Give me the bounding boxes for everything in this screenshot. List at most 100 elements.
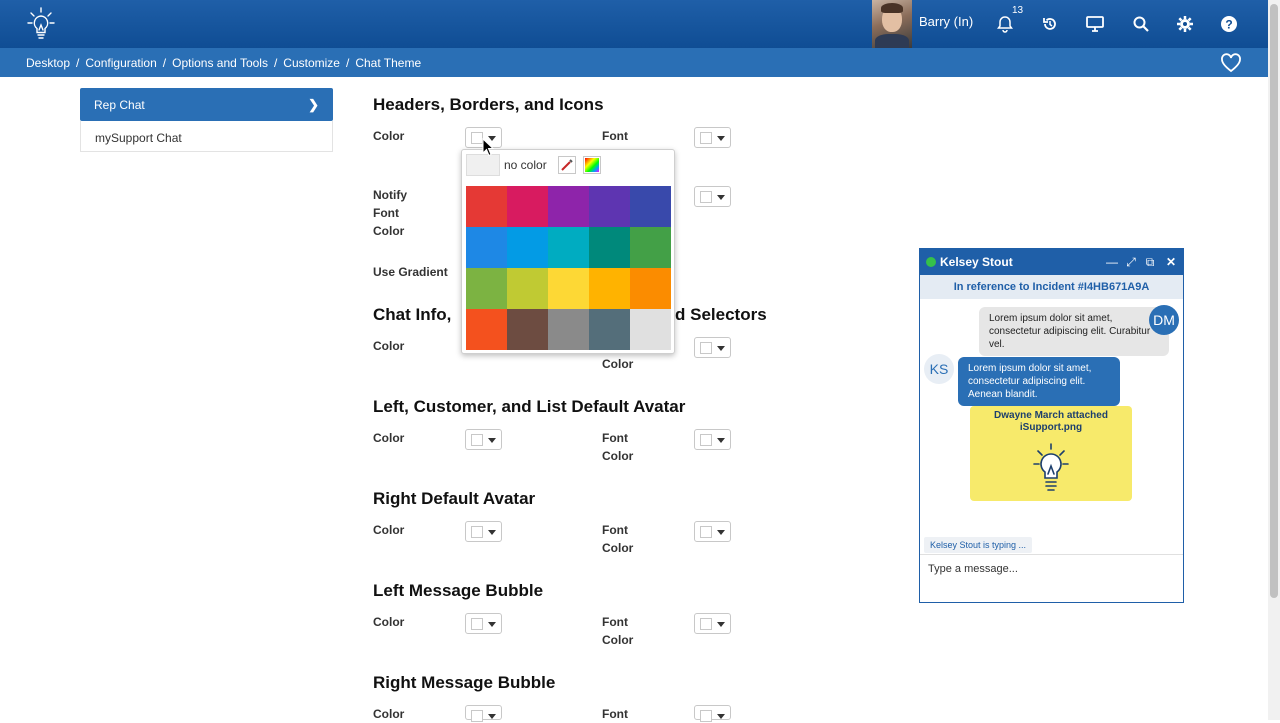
lightbulb-icon bbox=[1032, 442, 1070, 494]
palette-swatch[interactable] bbox=[589, 227, 630, 268]
color-swatch bbox=[700, 526, 712, 538]
color-swatch bbox=[700, 434, 712, 446]
label-color: Color bbox=[373, 431, 405, 445]
incident-reference: In reference to Incident #I4HB671A9A bbox=[920, 275, 1183, 299]
avatar: KS bbox=[924, 354, 954, 384]
sidebar-item-rep-chat[interactable]: Rep Chat ❯ bbox=[80, 88, 333, 121]
left-bubble-color-picker[interactable] bbox=[465, 613, 502, 634]
label-color: Color bbox=[373, 129, 405, 143]
lightbulb-logo-icon[interactable] bbox=[26, 6, 56, 42]
caret-down-icon bbox=[488, 530, 496, 535]
breadcrumb-bar: Desktop / Configuration / Options and To… bbox=[0, 48, 1268, 77]
color-swatch bbox=[700, 191, 712, 203]
section-title-left-avatar: Left, Customer, and List Default Avatar bbox=[373, 397, 686, 416]
palette-swatch[interactable] bbox=[548, 268, 589, 309]
caret-down-icon bbox=[717, 530, 725, 535]
right-bubble-color-picker[interactable] bbox=[465, 705, 502, 722]
palette-swatch[interactable] bbox=[548, 309, 589, 350]
user-avatar[interactable] bbox=[872, 0, 912, 48]
caret-down-icon bbox=[717, 346, 725, 351]
history-icon[interactable] bbox=[1038, 12, 1062, 36]
palette-swatch[interactable] bbox=[507, 186, 548, 227]
palette-swatch[interactable] bbox=[548, 227, 589, 268]
palette-swatch[interactable] bbox=[507, 227, 548, 268]
palette-swatch[interactable] bbox=[548, 186, 589, 227]
mouse-cursor-icon bbox=[482, 137, 496, 158]
attachment-card[interactable]: Dwayne March attached iSupport.png bbox=[970, 406, 1132, 501]
right-avatar-font-color-picker[interactable] bbox=[694, 521, 731, 542]
left-bubble-font-color-picker[interactable] bbox=[694, 613, 731, 634]
label-font: Font bbox=[602, 707, 628, 721]
right-avatar-color-picker[interactable] bbox=[465, 521, 502, 542]
color-spectrum-icon[interactable] bbox=[583, 156, 601, 174]
message-bubble-right: Lorem ipsum dolor sit amet, consectetur … bbox=[979, 307, 1169, 356]
user-name[interactable]: Barry (In) bbox=[919, 14, 973, 29]
color-swatch bbox=[471, 526, 483, 538]
expand-icon[interactable]: ⤢ bbox=[1123, 254, 1139, 270]
section-title-headers-borders-icons: Headers, Borders, and Icons bbox=[373, 95, 604, 114]
section-title-left-bubble: Left Message Bubble bbox=[373, 581, 544, 600]
sidebar-item-label: Rep Chat bbox=[94, 98, 145, 112]
search-icon[interactable] bbox=[1129, 12, 1153, 36]
top-bar: Barry (In) 13 ? bbox=[0, 0, 1280, 48]
palette-swatch[interactable] bbox=[589, 309, 630, 350]
chevron-right-icon: ❯ bbox=[308, 97, 319, 112]
avatar: DM bbox=[1149, 305, 1179, 335]
label-notify-color: Color bbox=[373, 224, 405, 238]
palette-swatch[interactable] bbox=[630, 227, 671, 268]
caret-down-icon bbox=[717, 136, 725, 141]
chat-header: Kelsey Stout — ⤢ ⧉ ✕ bbox=[920, 249, 1183, 275]
palette-swatch[interactable] bbox=[589, 186, 630, 227]
eyedropper-icon[interactable] bbox=[558, 156, 576, 174]
label-color: Color bbox=[373, 339, 405, 353]
heart-icon[interactable] bbox=[1220, 52, 1242, 74]
help-icon[interactable]: ? bbox=[1217, 12, 1241, 36]
close-icon[interactable]: ✕ bbox=[1163, 254, 1179, 270]
palette-swatch[interactable] bbox=[630, 268, 671, 309]
caret-down-icon bbox=[717, 714, 725, 719]
monitor-icon[interactable] bbox=[1083, 12, 1107, 36]
message-input[interactable]: Type a message... bbox=[920, 554, 1183, 602]
chat-info-color-picker[interactable] bbox=[694, 337, 731, 358]
palette-swatch[interactable] bbox=[630, 309, 671, 350]
sidebar-item-mysupport-chat[interactable]: mySupport Chat bbox=[80, 121, 333, 152]
palette-swatch[interactable] bbox=[466, 268, 507, 309]
online-status-icon bbox=[926, 257, 936, 267]
color-palette-dropdown: no color bbox=[461, 149, 675, 354]
no-color-label[interactable]: no color bbox=[504, 158, 547, 172]
label-color: Color bbox=[602, 449, 634, 463]
palette-swatch[interactable] bbox=[466, 309, 507, 350]
label-color: Color bbox=[602, 357, 634, 371]
palette-swatch[interactable] bbox=[589, 268, 630, 309]
right-bubble-font-color-picker[interactable] bbox=[694, 705, 731, 722]
palette-swatch[interactable] bbox=[507, 309, 548, 350]
svg-text:?: ? bbox=[1225, 18, 1232, 32]
palette-swatch[interactable] bbox=[630, 186, 671, 227]
color-swatch bbox=[700, 710, 712, 722]
palette-swatch[interactable] bbox=[466, 186, 507, 227]
caret-down-icon bbox=[717, 438, 725, 443]
notify-color-picker[interactable] bbox=[694, 186, 731, 207]
caret-down-icon bbox=[488, 714, 496, 719]
header-font-color-picker[interactable] bbox=[694, 127, 731, 148]
page-scrollbar[interactable] bbox=[1268, 0, 1280, 720]
left-avatar-color-picker[interactable] bbox=[465, 429, 502, 450]
palette-swatch[interactable] bbox=[466, 227, 507, 268]
palette-swatch[interactable] bbox=[507, 268, 548, 309]
label-color: Color bbox=[602, 541, 634, 555]
breadcrumb-item-customize[interactable]: Customize bbox=[283, 56, 340, 70]
breadcrumb-item-desktop[interactable]: Desktop bbox=[26, 56, 70, 70]
sidebar: Rep Chat ❯ mySupport Chat bbox=[80, 88, 333, 152]
label-font: Font bbox=[602, 615, 628, 629]
gear-icon[interactable] bbox=[1173, 12, 1197, 36]
breadcrumb-item-configuration[interactable]: Configuration bbox=[85, 56, 156, 70]
left-avatar-font-color-picker[interactable] bbox=[694, 429, 731, 450]
breadcrumb-item-options-and-tools[interactable]: Options and Tools bbox=[172, 56, 268, 70]
label-font: Font bbox=[602, 129, 628, 143]
color-swatch bbox=[471, 710, 483, 722]
scrollbar-thumb[interactable] bbox=[1270, 4, 1278, 598]
popout-icon[interactable]: ⧉ bbox=[1142, 254, 1158, 270]
minimize-icon[interactable]: — bbox=[1104, 254, 1120, 270]
breadcrumb-item-chat-theme: Chat Theme bbox=[355, 56, 422, 70]
label-font: Font bbox=[602, 523, 628, 537]
